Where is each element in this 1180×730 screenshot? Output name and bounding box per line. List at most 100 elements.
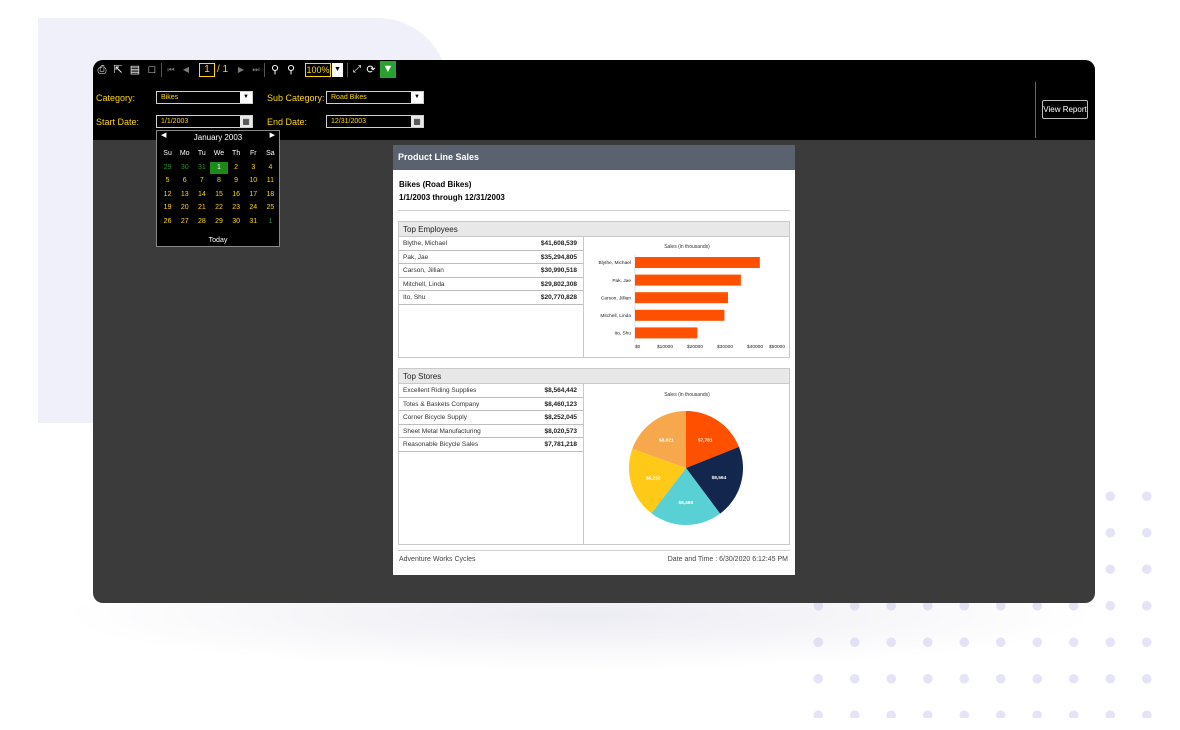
divider (398, 550, 790, 551)
page-number-input[interactable]: 1 (199, 63, 215, 77)
calendar-day[interactable]: 14 (193, 189, 210, 202)
calendar-day[interactable]: 31 (245, 216, 262, 229)
end-date-value: 12/31/2003 (331, 118, 367, 125)
calendar-day[interactable]: 12 (159, 189, 176, 202)
chart-title: Sales (in thousands) (664, 392, 710, 398)
row-value: $7,781,218 (544, 441, 577, 449)
zoom-input[interactable]: 100% (305, 63, 331, 77)
calendar-day[interactable]: 1 (210, 161, 228, 174)
calendar-day[interactable]: 9 (228, 175, 245, 188)
report-title: Product Line Sales (393, 145, 795, 170)
table-row: Reasonable Bicycle Sales $7,781,218 (399, 438, 583, 452)
slice-label: $8,564 (712, 475, 727, 481)
today-button[interactable]: Today (157, 237, 279, 244)
calendar-day-header: Tu (197, 150, 206, 157)
employees-bar-chart: Sales (in thousands) Blythe, Michael Pak, … (585, 237, 789, 357)
next-page-icon[interactable]: ▶ (236, 63, 246, 77)
view-report-button[interactable]: View Report (1042, 100, 1088, 119)
calendar-icon[interactable]: ▦ (240, 116, 252, 127)
category-select[interactable]: Bikes ▼ (156, 91, 253, 104)
calendar-day[interactable]: 21 (193, 202, 210, 215)
zoom-out-icon[interactable]: ⚲ (285, 63, 297, 77)
print-layout-icon[interactable]: □ (146, 63, 158, 77)
table-row: Pak, Jae $35,294,805 (399, 251, 583, 265)
end-date-input[interactable]: 12/31/2003 ▦ (326, 115, 424, 128)
chevron-down-icon[interactable]: ▼ (240, 92, 252, 103)
calendar-day-header: Sa (266, 150, 275, 157)
calendar-day[interactable]: 25 (262, 202, 279, 215)
divider (398, 210, 790, 211)
row-name: Reasonable Bicycle Sales (403, 441, 479, 449)
zoom-in-icon[interactable]: ⚲ (269, 63, 281, 77)
calendar-day[interactable]: 29 (210, 216, 227, 229)
calendar-day[interactable]: 10 (245, 175, 262, 188)
subcategory-label: Sub Category: (267, 93, 325, 103)
calendar-day[interactable]: 26 (159, 216, 176, 229)
calendar-day[interactable]: 17 (245, 189, 262, 202)
category-label: Ito, Shu (614, 331, 631, 337)
filter-icon[interactable]: ▼ (380, 61, 396, 78)
toolbar-separator (347, 63, 348, 77)
subcategory-select[interactable]: Road Bikes ▼ (326, 91, 424, 104)
calendar-day[interactable]: 11 (262, 175, 279, 188)
calendar-day[interactable]: 19 (159, 202, 176, 215)
calendar-day[interactable]: 24 (245, 202, 262, 215)
toolbar-separator (264, 63, 265, 77)
fit-page-icon[interactable]: ⤢ (351, 63, 363, 77)
previous-page-icon[interactable]: ◀ (181, 63, 191, 77)
row-value: $8,020,573 (544, 427, 577, 435)
calendar-day[interactable]: 27 (176, 216, 193, 229)
calendar-day[interactable]: 18 (262, 189, 279, 202)
calendar-day[interactable]: 2 (228, 162, 245, 175)
export-icon[interactable]: ⇱ (112, 63, 124, 77)
first-page-icon[interactable]: ⏮ (166, 63, 176, 77)
calendar-day[interactable]: 30 (176, 162, 193, 175)
chevron-down-icon[interactable]: ▼ (411, 92, 423, 103)
start-date-value: 1/1/2003 (161, 118, 189, 125)
start-date-input[interactable]: 1/1/2003 ▦ (156, 115, 253, 128)
top-stores-section: Top Stores Excellent Riding Supplies $8,5… (398, 368, 790, 545)
calendar-day[interactable]: 30 (228, 216, 245, 229)
calendar-icon[interactable]: ▦ (411, 116, 423, 127)
top-employees-table: Blythe, Michael $41,608,539 Pak, Jae $35,29… (399, 237, 584, 357)
calendar-day[interactable]: 29 (159, 162, 176, 175)
calendar-day[interactable]: 23 (228, 202, 245, 215)
calendar-day[interactable]: 31 (193, 162, 210, 175)
print-icon[interactable]: ⎙ (96, 63, 108, 77)
slice-label: $8,021 (659, 438, 674, 444)
refresh-icon[interactable]: ⟳ (365, 63, 377, 77)
calendar-day[interactable]: 5 (159, 175, 176, 188)
calendar-day[interactable]: 20 (176, 202, 193, 215)
row-name: Corner Bicycle Supply (403, 414, 467, 422)
last-page-icon[interactable]: ⏭ (251, 63, 261, 77)
calendar-day[interactable]: 6 (176, 175, 193, 188)
bar (635, 257, 760, 268)
top-stores-table: Excellent Riding Supplies $8,564,442 Totes… (399, 384, 584, 544)
calendar-day[interactable]: 3 (245, 162, 262, 175)
calendar-day[interactable]: 28 (193, 216, 210, 229)
calendar-day[interactable]: 4 (262, 162, 279, 175)
calendar-day[interactable]: 22 (210, 202, 227, 215)
calendar-day[interactable]: 15 (210, 189, 227, 202)
category-label: Blythe, Michael (598, 260, 631, 266)
page-setup-icon[interactable]: ▤ (129, 63, 141, 77)
calendar-day[interactable]: 1 (262, 216, 279, 229)
top-stores-title: Top Stores (399, 369, 789, 384)
chart-title: Sales (in thousands) (664, 244, 710, 250)
tick-label: $20000 (687, 344, 703, 350)
report-footer-datetime: Date and Time : 6/30/2020 6:12:45 PM (667, 556, 788, 563)
bar-chart-svg: Sales (in thousands) Blythe, Michael Pak, … (598, 244, 785, 350)
slice-label: $7,781 (698, 437, 713, 443)
next-month-icon[interactable]: ▶ (270, 131, 275, 139)
table-row: Carson, Jillian $30,990,518 (399, 264, 583, 278)
calendar-day[interactable]: 8 (210, 175, 227, 188)
row-name: Sheet Metal Manufacturing (403, 427, 481, 435)
calendar-day[interactable]: 13 (176, 189, 193, 202)
calendar-day[interactable]: 7 (193, 175, 210, 188)
calendar-day-header: Th (232, 150, 241, 157)
zoom-dropdown-icon[interactable]: ▼ (332, 63, 343, 77)
previous-month-icon[interactable]: ◀ (161, 131, 166, 139)
calendar-month: January 2003 (193, 133, 243, 142)
calendar-day[interactable]: 16 (228, 189, 245, 202)
tick-label: $50000 (769, 344, 785, 350)
